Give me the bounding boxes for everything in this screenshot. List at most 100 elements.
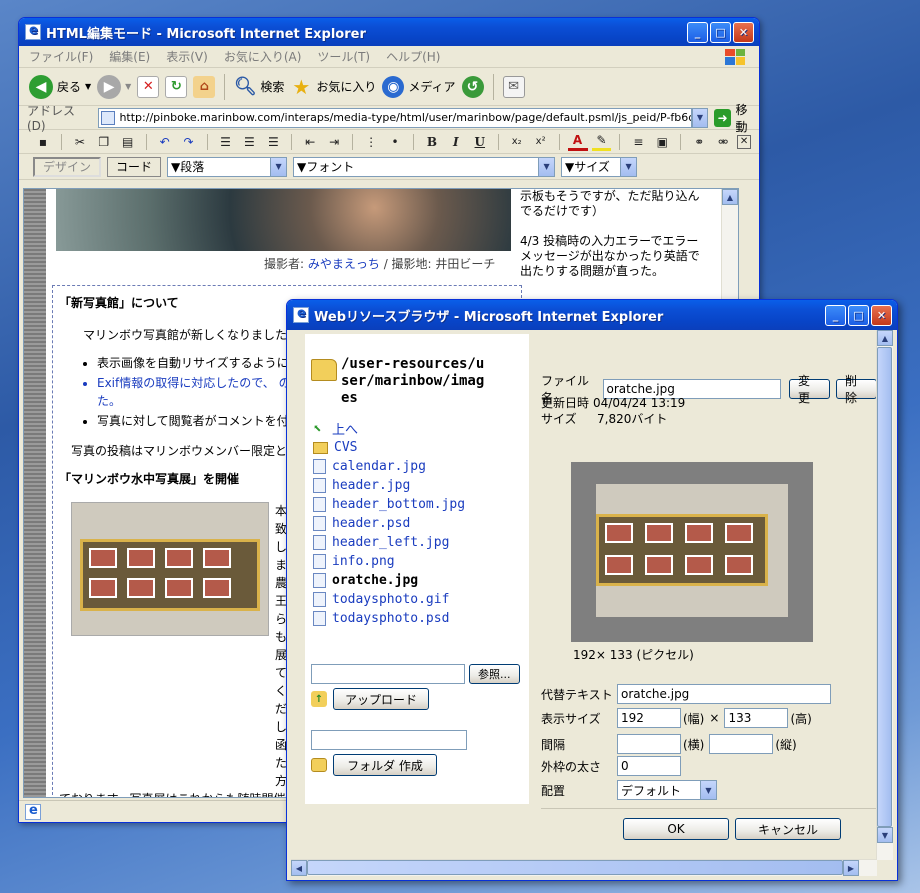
v-spacing-input[interactable] <box>709 734 774 754</box>
paragraph-select[interactable]: ▼段落 ▼ <box>167 156 288 177</box>
browse-button[interactable]: 参照... <box>469 664 520 684</box>
italic-icon[interactable]: I <box>446 133 466 151</box>
menu-view[interactable]: 表示(V) <box>166 48 208 65</box>
forward-button[interactable]: ▶ ▼ <box>97 74 131 99</box>
file-item[interactable]: todaysphoto.psd <box>313 609 529 628</box>
menu-file[interactable]: ファイル(F) <box>29 48 93 65</box>
caption-author-link[interactable]: みやまえっち <box>308 257 380 271</box>
scroll-up-icon[interactable]: ▲ <box>877 330 893 346</box>
main-title-bar[interactable]: HTML編集モード - Microsoft Internet Explorer … <box>19 18 759 46</box>
align-select[interactable]: デフォルト ▼ <box>617 780 717 800</box>
upload-file-input[interactable] <box>311 664 465 684</box>
height-input[interactable]: 133 <box>724 708 789 728</box>
paste-icon[interactable]: ▤ <box>118 133 138 151</box>
minimize-button[interactable]: _ <box>825 304 846 326</box>
dialog-title-bar[interactable]: Webリソースブラウザ - Microsoft Internet Explore… <box>287 300 897 330</box>
dialog-title: Webリソースブラウザ - Microsoft Internet Explore… <box>314 309 664 325</box>
file-item[interactable]: todaysphoto.gif <box>313 590 529 609</box>
subscript-icon[interactable]: x₂ <box>507 133 527 151</box>
folder-name-input[interactable] <box>311 730 467 750</box>
menu-tools[interactable]: ツール(T) <box>317 48 370 65</box>
file-item[interactable]: header_bottom.jpg <box>313 495 529 514</box>
tab-design[interactable]: デザイン <box>33 156 102 177</box>
scroll-down-icon[interactable]: ▼ <box>877 827 893 843</box>
rename-button[interactable]: 変更 <box>788 374 830 405</box>
ok-button[interactable]: OK <box>623 818 729 840</box>
highlight-icon[interactable]: ✎ <box>591 133 612 151</box>
font-color-icon[interactable]: A <box>567 133 588 151</box>
copy-icon[interactable]: ❐ <box>94 133 114 151</box>
align-right-icon[interactable]: ☰ <box>263 133 283 151</box>
width-unit: (幅) <box>683 711 705 726</box>
file-item-cvs[interactable]: CVS <box>313 438 529 457</box>
redo-icon[interactable]: ↷ <box>179 133 199 151</box>
bold-icon[interactable]: B <box>422 133 442 151</box>
alt-text-input[interactable]: oratche.jpg <box>617 684 831 704</box>
link-icon[interactable]: ⚭ <box>689 133 709 151</box>
scroll-left-icon[interactable]: ◀ <box>291 860 307 876</box>
menu-help[interactable]: ヘルプ(H) <box>386 48 440 65</box>
address-input[interactable]: http://pinboke.marinbow.com/interaps/med… <box>98 107 693 128</box>
home-icon[interactable]: ⌂ <box>193 75 216 98</box>
width-input[interactable]: 192 <box>617 708 681 728</box>
file-item-up[interactable]: ⬉ 上へ <box>313 419 529 438</box>
file-item[interactable]: calendar.jpg <box>313 457 529 476</box>
underline-icon[interactable]: U <box>470 133 490 151</box>
file-item[interactable]: header_left.jpg <box>313 533 529 552</box>
go-button[interactable]: ➜ 移動 <box>713 101 759 135</box>
superscript-icon[interactable]: x² <box>531 133 551 151</box>
dialog-horizontal-scrollbar[interactable]: ◀ ▶ <box>291 859 877 876</box>
horizontal-rule-icon[interactable]: ≡ <box>628 133 648 151</box>
upload-button[interactable]: アップロード <box>333 688 429 710</box>
font-select[interactable]: ▼フォント ▼ <box>293 156 556 177</box>
maximize-button[interactable]: □ <box>848 304 869 326</box>
save-icon[interactable]: ▪ <box>33 133 53 151</box>
media-button[interactable]: ◉ メディア <box>382 75 456 98</box>
file-item[interactable]: info.png <box>313 552 529 571</box>
menu-edit[interactable]: 編集(E) <box>109 48 150 65</box>
scroll-up-icon[interactable]: ▲ <box>722 189 738 205</box>
cancel-button[interactable]: キャンセル <box>735 818 841 840</box>
close-button[interactable]: ✕ <box>733 21 754 43</box>
h-spacing-input[interactable] <box>617 734 681 754</box>
favorites-button[interactable]: ★ お気に入り <box>290 75 376 99</box>
dialog-vertical-scrollbar[interactable]: ▲ ▼ <box>876 330 893 860</box>
toolbar-close-icon[interactable]: ✕ <box>737 134 752 149</box>
cut-icon[interactable]: ✂ <box>70 133 90 151</box>
align-left-icon[interactable]: ☰ <box>216 133 236 151</box>
create-folder-button[interactable]: フォルダ 作成 <box>333 754 437 776</box>
unlink-icon[interactable]: ⚮ <box>713 133 733 151</box>
back-button[interactable]: ◀ 戻る ▼ <box>29 74 91 99</box>
history-icon[interactable]: ↺ <box>461 75 484 98</box>
scroll-thumb[interactable] <box>877 347 892 827</box>
file-item[interactable]: header.jpg <box>313 476 529 495</box>
search-button[interactable]: 🔍︎ 検索 <box>234 76 284 98</box>
file-name: calendar.jpg <box>332 459 426 474</box>
close-button[interactable]: ✕ <box>871 304 892 326</box>
outdent-icon[interactable]: ⇤ <box>300 133 320 151</box>
maximize-button[interactable]: □ <box>710 21 731 43</box>
stop-icon[interactable]: ✕ <box>137 75 160 98</box>
mail-icon[interactable]: ✉ <box>502 75 525 98</box>
image-file-icon <box>313 554 326 569</box>
ordered-list-icon[interactable]: ⋮ <box>361 133 381 151</box>
unordered-list-icon[interactable]: • <box>385 133 405 151</box>
address-dropdown-button[interactable]: ▼ <box>692 107 708 128</box>
scroll-thumb[interactable] <box>307 860 843 875</box>
menu-favorites[interactable]: お気に入り(A) <box>224 48 302 65</box>
border-input[interactable]: 0 <box>617 756 681 776</box>
refresh-icon[interactable]: ↻ <box>165 75 188 98</box>
scroll-right-icon[interactable]: ▶ <box>843 860 859 876</box>
file-item-selected[interactable]: oratche.jpg <box>313 571 529 590</box>
delete-button[interactable]: 削除 <box>835 374 877 405</box>
align-center-icon[interactable]: ☰ <box>239 133 259 151</box>
minimize-button[interactable]: _ <box>687 21 708 43</box>
undo-icon[interactable]: ↶ <box>155 133 175 151</box>
file-name: header_bottom.jpg <box>332 497 466 512</box>
size-select[interactable]: ▼サイズ ▼ <box>561 156 638 177</box>
image-icon[interactable]: ▣ <box>652 133 672 151</box>
alt-text-label: 代替テキスト <box>541 687 613 702</box>
tab-code[interactable]: コード <box>107 156 162 177</box>
file-item[interactable]: header.psd <box>313 514 529 533</box>
indent-icon[interactable]: ⇥ <box>324 133 344 151</box>
